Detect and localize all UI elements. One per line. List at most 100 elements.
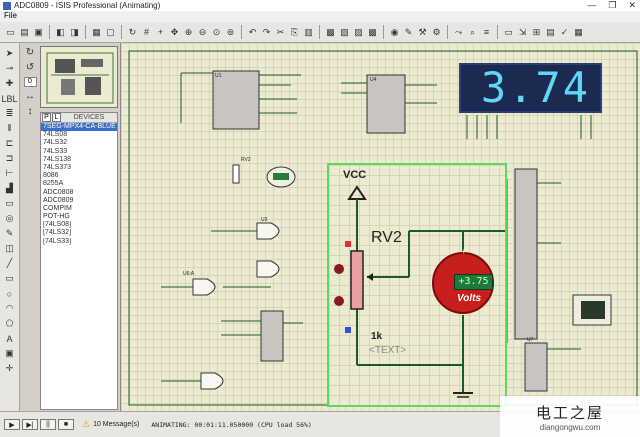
origin-icon[interactable]: + [154, 26, 167, 39]
netlist-icon[interactable]: ⊞ [530, 26, 543, 39]
step-button[interactable]: ▶| [22, 419, 38, 430]
minimize-button[interactable]: — [587, 0, 596, 11]
circle-icon[interactable]: ○ [3, 287, 17, 300]
open-icon[interactable]: ▤ [18, 26, 31, 39]
overview-window[interactable] [40, 46, 118, 108]
pick-icon[interactable]: ◉ [388, 26, 401, 39]
cut-icon[interactable]: ✂ [274, 26, 287, 39]
toolbar-divider [85, 25, 86, 39]
block-rotate-icon[interactable]: ▨ [352, 26, 365, 39]
redo-icon[interactable]: ↷ [260, 26, 273, 39]
pack-icon[interactable]: ⚒ [416, 26, 429, 39]
device-item[interactable]: [74LS32] [41, 229, 117, 237]
component-mode-icon[interactable]: ⊸ [3, 62, 17, 75]
device-item[interactable]: ADC0808 [41, 189, 117, 197]
rotate-ccw-icon[interactable]: ↺ [26, 62, 34, 73]
probe-icon[interactable]: ✎ [3, 227, 17, 240]
new-icon[interactable]: ▭ [4, 26, 17, 39]
line-icon[interactable]: ╱ [3, 257, 17, 270]
play-button[interactable]: ▶ [4, 419, 20, 430]
chip-u1 [212, 70, 260, 130]
text-icon[interactable]: A [3, 332, 17, 345]
device-item[interactable]: 74LS138 [41, 156, 117, 164]
text-script-icon[interactable]: ≣ [3, 107, 17, 120]
instrument-icon[interactable]: ◫ [3, 242, 17, 255]
export-icon[interactable]: ◨ [68, 26, 81, 39]
device-item[interactable]: [74LS33] [41, 238, 117, 246]
subcircuit-icon[interactable]: ⊏ [3, 137, 17, 150]
device-item[interactable]: POT-HG [41, 213, 117, 221]
mirror-vertical-icon[interactable]: ↕ [28, 106, 33, 117]
arc-icon[interactable]: ◠ [3, 302, 17, 315]
decompose-icon[interactable]: ⚙ [430, 26, 443, 39]
message-indicator[interactable]: ⚠ 10 Message(s) [82, 419, 139, 430]
generator-icon[interactable]: ◎ [3, 212, 17, 225]
watermark: 电工之屋 diangongwu.com [500, 396, 640, 437]
zoom-area-icon[interactable]: ⊚ [224, 26, 237, 39]
device-item[interactable]: 74LS08 [41, 131, 117, 139]
erc-icon[interactable]: ✓ [558, 26, 571, 39]
pick-devices-button[interactable]: P [42, 113, 51, 122]
property-icon[interactable]: ≡ [480, 26, 493, 39]
grid-icon[interactable]: # [140, 26, 153, 39]
menu-file[interactable]: File [4, 11, 17, 20]
block-move-icon[interactable]: ▧ [338, 26, 351, 39]
menu-bar: File [0, 11, 640, 22]
path-icon[interactable]: ⬠ [3, 317, 17, 330]
print-icon[interactable]: ▦ [90, 26, 103, 39]
stop-button[interactable]: ■ [58, 419, 74, 430]
selection-mode-icon[interactable]: ➤ [3, 47, 17, 60]
refresh-icon[interactable]: ↻ [126, 26, 139, 39]
schematic-canvas[interactable]: U1 U4 RV2 U3 U6:A U7 3.74 + − VCC RV2 +3… [120, 43, 640, 411]
device-item[interactable]: 74LS33 [41, 148, 117, 156]
device-item[interactable]: 74LS32 [41, 139, 117, 147]
box-icon[interactable]: ▭ [3, 272, 17, 285]
device-item[interactable]: ADC0809 [41, 197, 117, 205]
block-copy-icon[interactable]: ▩ [324, 26, 337, 39]
copy-icon[interactable]: ⎘ [288, 26, 301, 39]
ares-icon[interactable]: ▦ [572, 26, 585, 39]
wire-label-icon[interactable]: LBL [2, 92, 18, 105]
symbol-icon[interactable]: ▣ [3, 347, 17, 360]
oscilloscope-screen [581, 301, 605, 319]
device-item[interactable]: 74LS373 [41, 164, 117, 172]
zoom-all-icon[interactable]: ⊙ [210, 26, 223, 39]
block-delete-icon[interactable]: ▩ [366, 26, 379, 39]
device-item[interactable]: 8086 [41, 172, 117, 180]
wire-autoroute-icon[interactable]: ⤳ [452, 26, 465, 39]
zoom-out-icon[interactable]: ⊖ [196, 26, 209, 39]
device-item[interactable]: 8255A [41, 180, 117, 188]
paste-icon[interactable]: ▥ [302, 26, 315, 39]
pause-button[interactable]: || [40, 419, 56, 430]
maximize-button[interactable]: ❐ [608, 0, 616, 11]
marker-icon[interactable]: ✛ [3, 362, 17, 375]
save-icon[interactable]: ▣ [32, 26, 45, 39]
area-icon[interactable]: ▢ [104, 26, 117, 39]
make-device-icon[interactable]: ✎ [402, 26, 415, 39]
device-item[interactable]: COMPIM [41, 205, 117, 213]
device-item[interactable]: 7SEG-MPX4-CA-BLUE [41, 123, 117, 132]
rotate-cw-icon[interactable]: ↻ [26, 47, 34, 58]
terminal-icon[interactable]: ⊐ [3, 152, 17, 165]
rotation-value[interactable]: 0 [23, 77, 37, 87]
library-manager-button[interactable]: L [52, 113, 61, 122]
bus-icon[interactable]: ⫴ [3, 122, 17, 135]
pan-icon[interactable]: ✥ [168, 26, 181, 39]
sheet-icon[interactable]: ▭ [502, 26, 515, 39]
toolbar-divider [121, 25, 122, 39]
device-item[interactable]: [74LS08] [41, 221, 117, 229]
import-icon[interactable]: ◧ [54, 26, 67, 39]
mirror-horizontal-icon[interactable]: ↔ [25, 91, 35, 102]
close-button[interactable]: ✕ [628, 0, 636, 11]
goto-icon[interactable]: ⇲ [516, 26, 529, 39]
graph-icon[interactable]: ▟ [3, 182, 17, 195]
toolbar-divider [241, 25, 242, 39]
undo-icon[interactable]: ↶ [246, 26, 259, 39]
pin-icon[interactable]: ⊢ [3, 167, 17, 180]
tape-icon[interactable]: ▭ [3, 197, 17, 210]
junction-dot-icon[interactable]: ✚ [3, 77, 17, 90]
pin-red [345, 241, 351, 247]
bom-icon[interactable]: ▤ [544, 26, 557, 39]
zoom-in-icon[interactable]: ⊕ [182, 26, 195, 39]
search-icon[interactable]: ⌕ [466, 26, 479, 39]
